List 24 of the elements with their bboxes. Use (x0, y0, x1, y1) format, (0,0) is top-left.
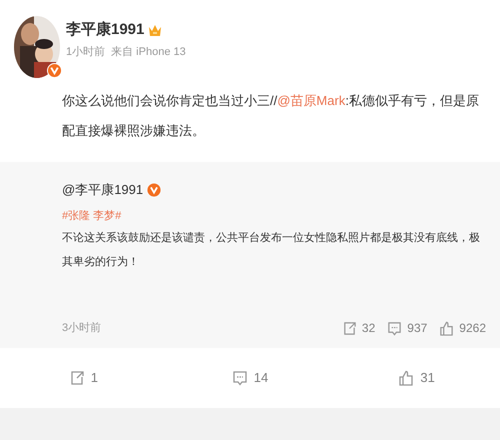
thumbs-up-icon (439, 320, 454, 336)
hashtag-link[interactable]: #张隆 李梦# (62, 206, 122, 226)
repost-button[interactable]: 32 (342, 319, 376, 337)
verified-badge-icon (47, 63, 62, 78)
repost-button[interactable]: 1 (68, 368, 98, 388)
like-button[interactable]: 9262 (439, 319, 486, 337)
verified-badge-icon (147, 183, 162, 197)
post-text: 你这么说他们会说你肯定也当过小三//@苗原Mark:私德似乎有亏，但是原配直接爆裸照涉嫌违法。 (62, 92, 480, 140)
like-button[interactable]: 31 (398, 368, 435, 388)
comment-button[interactable]: 14 (232, 368, 268, 388)
author-name[interactable]: 李平康1991 (66, 18, 144, 42)
repost-icon (68, 370, 85, 386)
repost-icon (342, 320, 357, 336)
post-time: 1小时前 (66, 45, 106, 60)
thumbs-up-icon (398, 370, 414, 386)
crown-icon (148, 23, 162, 37)
retweet-time: 3小时前 (62, 320, 102, 336)
mention-link[interactable]: @苗原Mark (277, 93, 346, 108)
retweet-author[interactable]: @李平康1991 (62, 180, 144, 200)
comment-icon (232, 370, 248, 386)
post-source: 来自 iPhone 13 (111, 45, 186, 60)
comment-icon (387, 320, 402, 336)
comment-button[interactable]: 937 (387, 319, 428, 337)
retweet-text: 不论这关系该鼓励还是该谴责，公共平台发布一位女性隐私照片都是极其没有底线，极其卑劣的行为！ (62, 230, 481, 270)
